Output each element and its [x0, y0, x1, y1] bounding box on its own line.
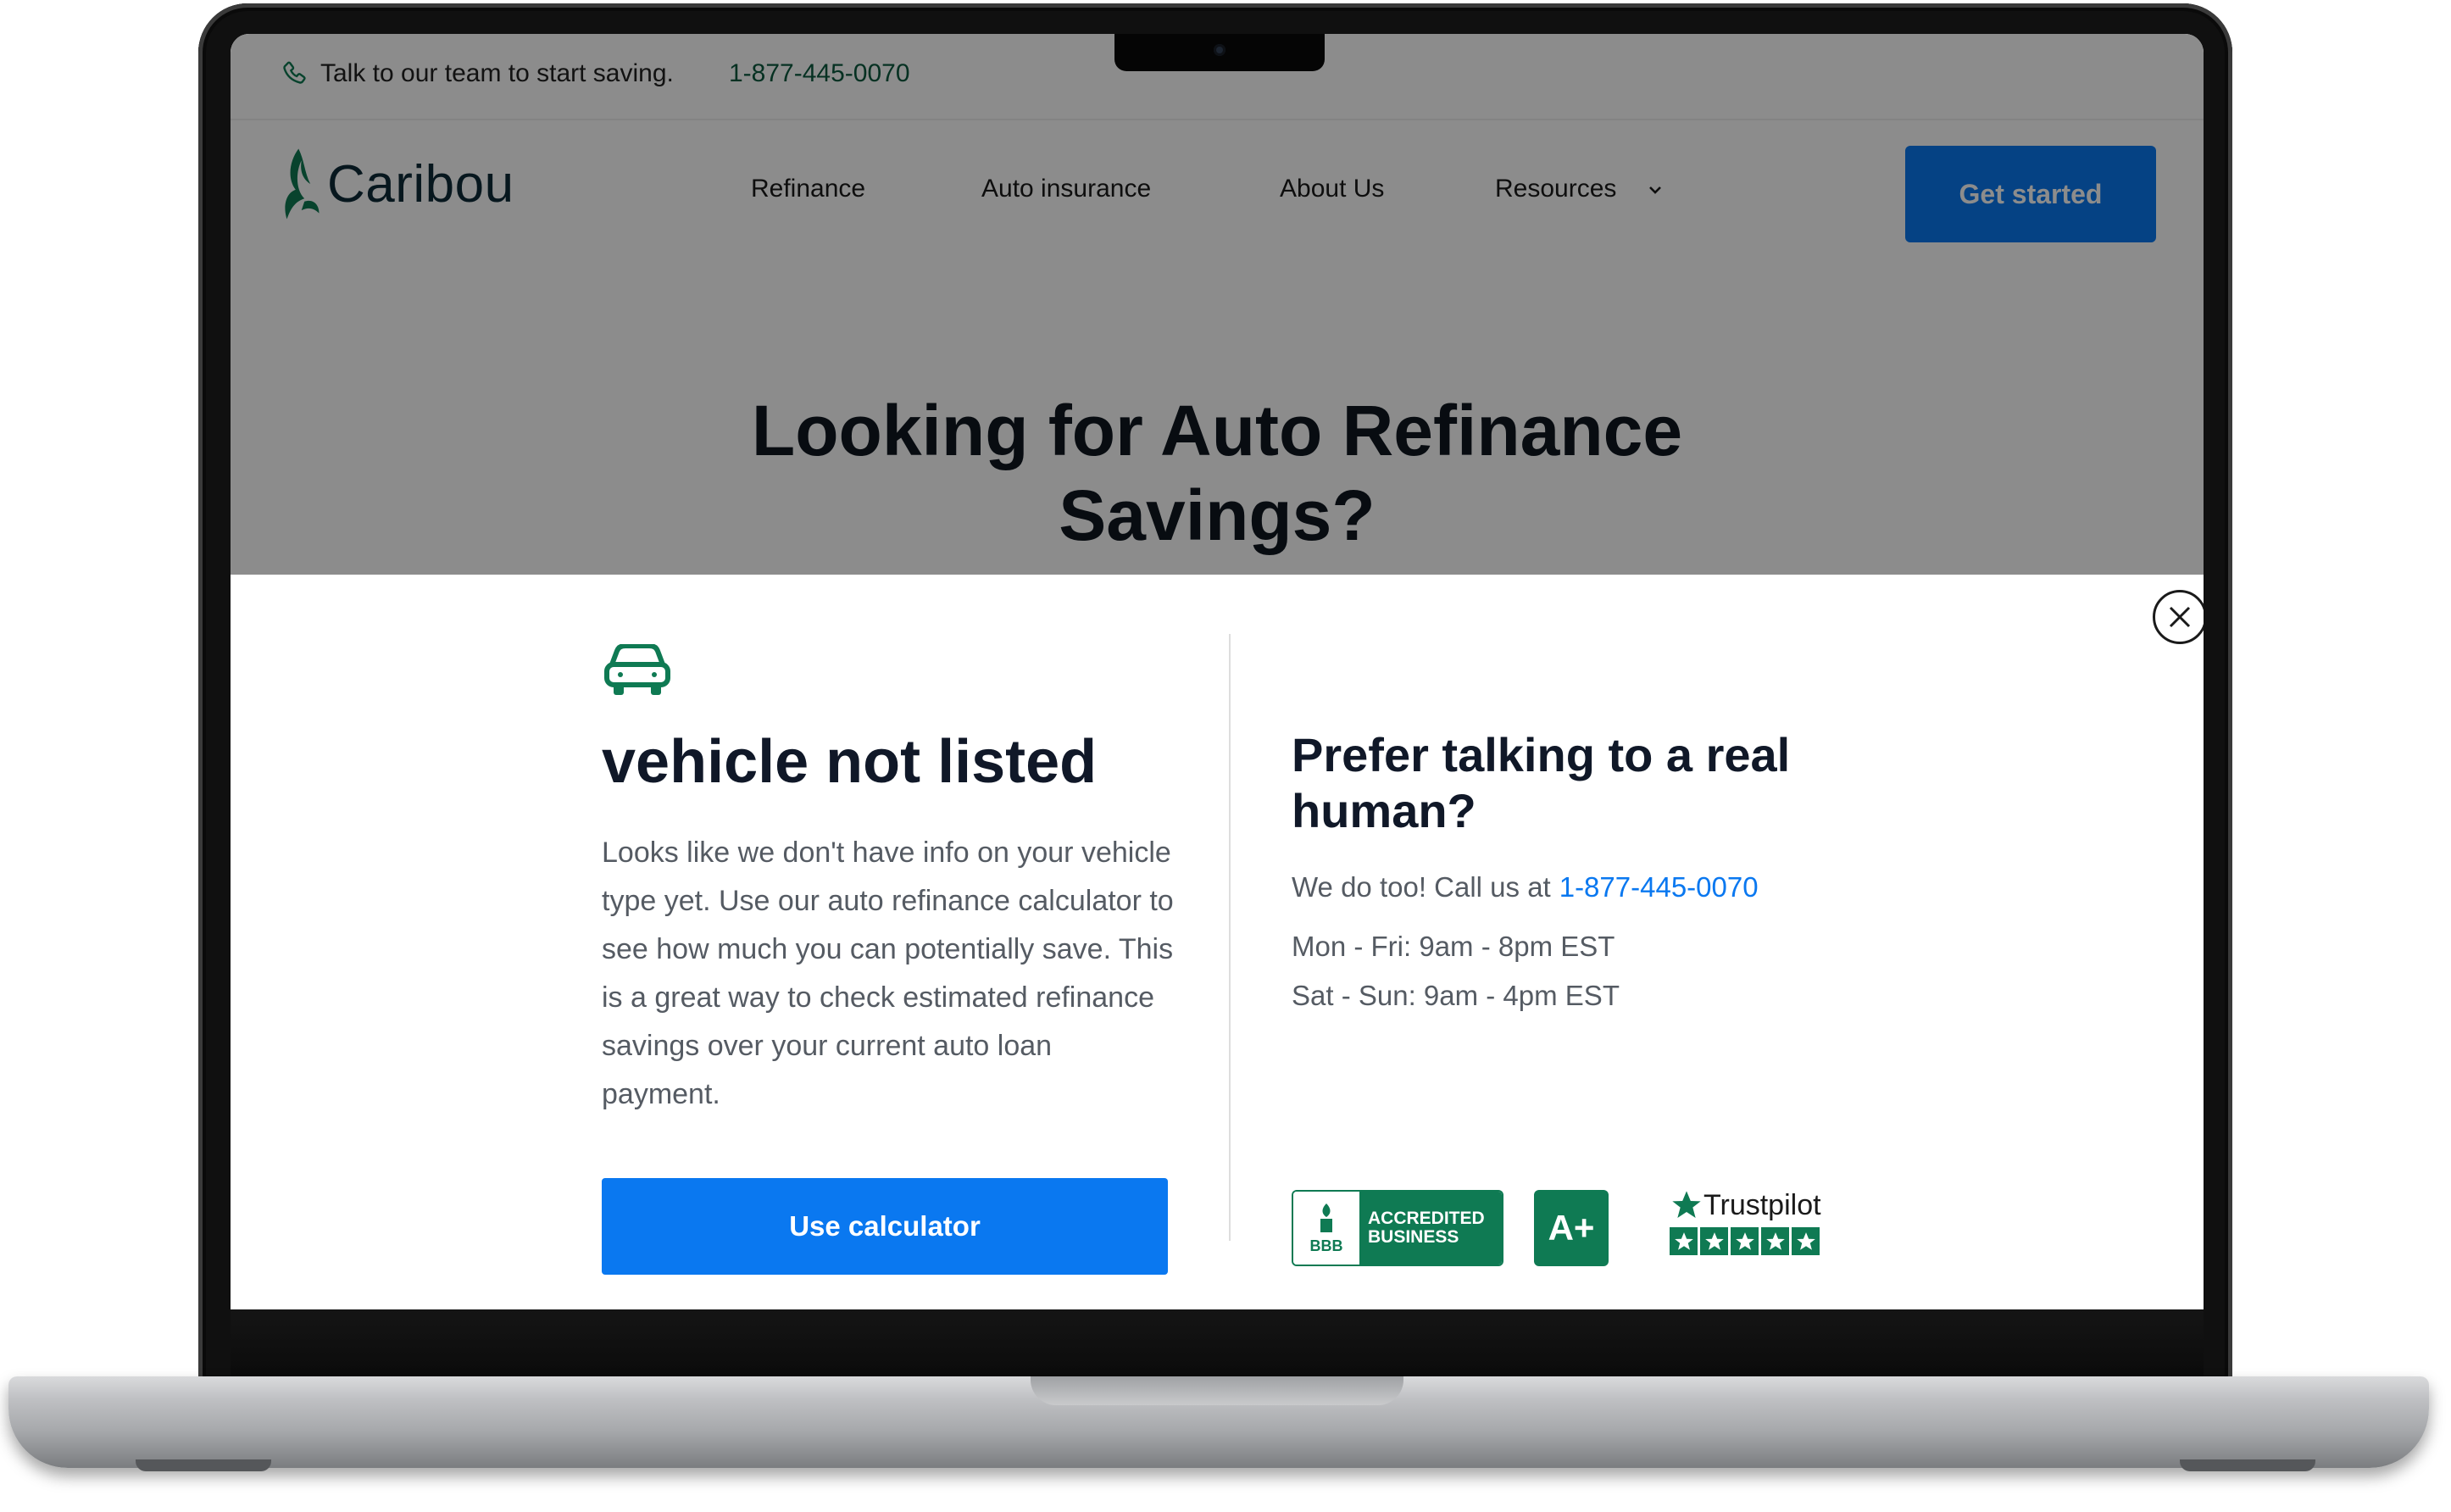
close-button[interactable] [2153, 590, 2204, 644]
webcam-icon [1214, 44, 1226, 56]
bbb-label: BBB [1309, 1237, 1343, 1254]
laptop-screen: Talk to our team to start saving. 1-877-… [231, 34, 2204, 1309]
call-us-line: We do too! Call us at 1-877-445-0070 [1292, 871, 1759, 903]
trustpilot-rating-stars [1670, 1227, 1822, 1255]
laptop-opening-groove [1031, 1376, 1403, 1405]
bbb-rating-badge: A+ [1534, 1190, 1609, 1266]
trustpilot-rating-star-icon [1731, 1227, 1759, 1255]
bbb-torch-icon [1320, 1203, 1332, 1232]
weekday-hours: Mon - Fri: 9am - 8pm EST [1292, 931, 1615, 962]
use-calculator-button[interactable]: Use calculator [602, 1178, 1168, 1275]
call-us-text: We do too! Call us at [1292, 871, 1551, 903]
bbb-accredited-text: ACCREDITED [1368, 1209, 1485, 1228]
trustpilot-rating-star-icon [1700, 1227, 1728, 1255]
bbb-accredited-badge: BBB ACCREDITED BUSINESS [1292, 1190, 1503, 1266]
trustpilot-wordmark: Trustpilot [1703, 1188, 1821, 1221]
trustpilot-rating-star-icon [1761, 1227, 1789, 1255]
laptop-foot-right [2180, 1459, 2315, 1471]
bbb-seal: BBB [1293, 1192, 1359, 1265]
bbb-text: ACCREDITED BUSINESS [1359, 1192, 1502, 1265]
call-us-phone-link[interactable]: 1-877-445-0070 [1559, 871, 1759, 903]
camera-notch [1114, 34, 1325, 71]
trustpilot-rating-star-icon [1792, 1227, 1820, 1255]
modal-divider [1229, 634, 1231, 1241]
weekend-hours: Sat - Sun: 9am - 4pm EST [1292, 980, 1620, 1011]
modal-description: Looks like we don't have info on your ve… [602, 837, 1174, 1110]
vehicle-not-listed-modal: vehicle not listed Looks like we don't h… [231, 575, 2204, 1309]
trustpilot-rating-star-icon [1670, 1227, 1698, 1255]
laptop-bezel-bottom [231, 1309, 2204, 1377]
contact-title: Prefer talking to a real human? [1292, 728, 1791, 837]
bbb-business-text: BUSINESS [1368, 1227, 1459, 1247]
laptop-foot-left [136, 1459, 271, 1471]
trustpilot-badge: Trustpilot [1670, 1188, 1822, 1255]
close-icon [2169, 606, 2191, 628]
website: Talk to our team to start saving. 1-877-… [231, 34, 2204, 1309]
trustpilot-logo: Trustpilot [1670, 1188, 1822, 1222]
trustpilot-star-icon [1672, 1191, 1701, 1218]
car-icon [604, 644, 670, 695]
modal-title: vehicle not listed [602, 728, 1098, 796]
